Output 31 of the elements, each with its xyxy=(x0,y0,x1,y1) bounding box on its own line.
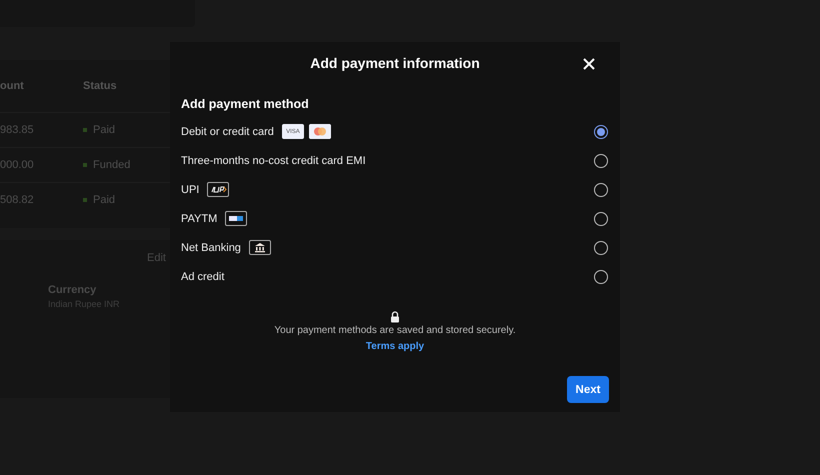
radio-button[interactable] xyxy=(594,124,608,138)
radio-button[interactable] xyxy=(594,212,608,226)
radio-button[interactable] xyxy=(594,270,608,284)
radio-button[interactable] xyxy=(594,154,608,168)
method-label: Net Banking xyxy=(181,242,241,254)
wallet-logo-icon xyxy=(225,211,248,226)
status-cell: Funded xyxy=(93,159,130,171)
amount-cell-text: 983.85 xyxy=(0,124,35,136)
method-label: Ad credit xyxy=(181,270,224,282)
radio-button[interactable] xyxy=(594,240,608,254)
bank-icon xyxy=(248,240,271,255)
upi-logo-icon xyxy=(207,182,230,197)
method-label: UPI xyxy=(181,184,200,196)
method-label: PAYTM xyxy=(181,212,218,224)
status-cell: Paid xyxy=(93,194,116,206)
status-cell: Paid xyxy=(93,124,116,136)
dialog-title: Add payment information xyxy=(310,55,480,71)
column-header: Status xyxy=(83,80,117,92)
card-logo-icon xyxy=(308,124,331,139)
column-header: ount xyxy=(0,80,25,92)
section-heading: Add payment method xyxy=(181,97,310,111)
terms-link[interactable]: Terms apply xyxy=(366,341,424,352)
lock-icon xyxy=(390,311,400,323)
amount-cell-text: 000.00 xyxy=(0,159,35,171)
security-note: Your payment methods are saved and stored securely. xyxy=(274,325,516,336)
next-button[interactable]: Next xyxy=(567,376,609,403)
method-label: Debit or credit card xyxy=(181,126,274,138)
method-label: Three-months no-cost credit card EMI xyxy=(181,154,366,166)
radio-button[interactable] xyxy=(594,182,608,196)
close-icon[interactable] xyxy=(583,58,595,70)
amount-cell-text: 508.82 xyxy=(0,194,35,206)
